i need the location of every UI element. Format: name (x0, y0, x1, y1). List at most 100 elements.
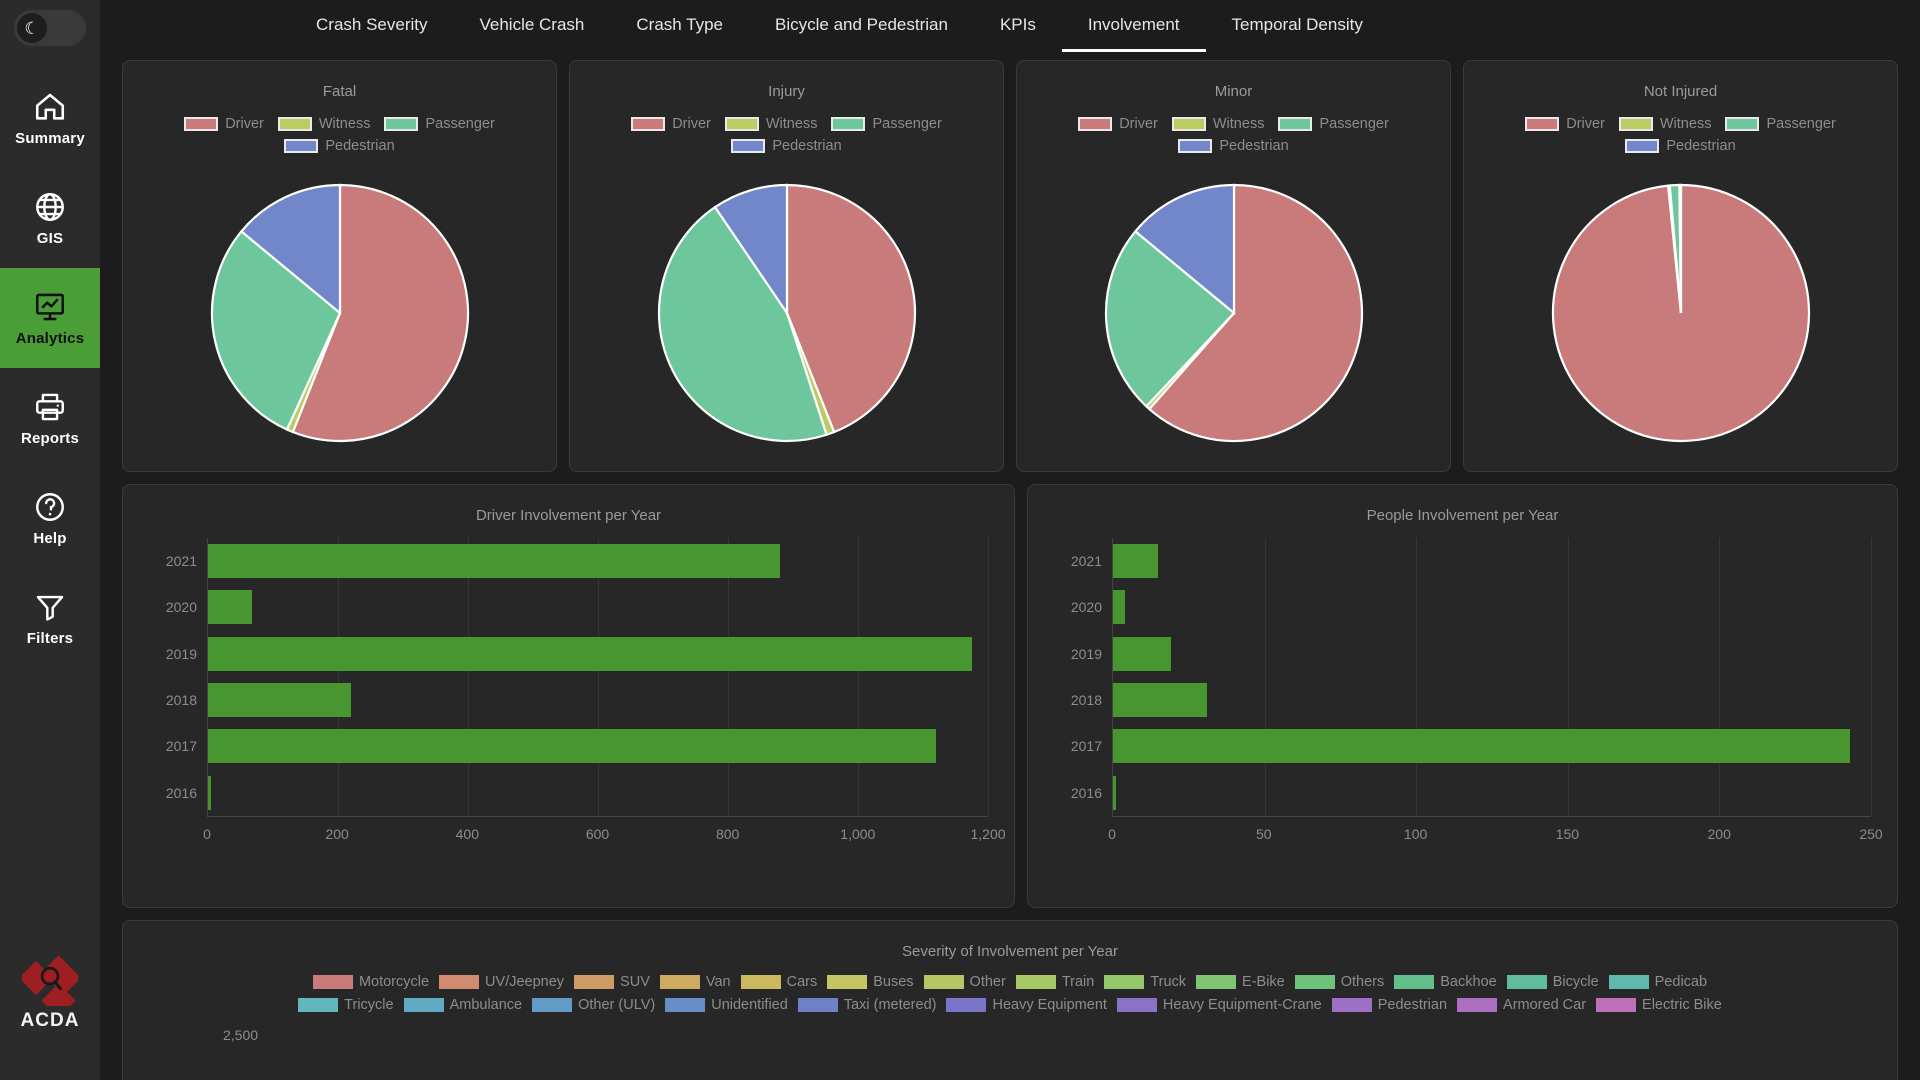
sidebar-item-summary[interactable]: Summary (0, 68, 100, 168)
legend-item-passenger[interactable]: Passenger (1278, 116, 1389, 132)
legend-item-witness[interactable]: Witness (1618, 116, 1711, 132)
legend-item-backhoe[interactable]: Backhoe (1394, 974, 1497, 990)
legend-item-passenger[interactable]: Passenger (1725, 116, 1836, 132)
legend-item-buses[interactable]: Buses (827, 974, 914, 990)
bar-2017[interactable] (1113, 729, 1850, 764)
chart-title: Severity of Involvement per Year (902, 943, 1118, 960)
bar-2019[interactable] (1113, 636, 1171, 671)
funnel-icon (33, 590, 67, 624)
legend-item-pedestrian[interactable]: Pedestrian (284, 138, 395, 154)
legend-item-ambulance[interactable]: Ambulance (403, 997, 522, 1013)
legend-swatch (831, 117, 866, 131)
tab-kpis[interactable]: KPIs (974, 0, 1062, 52)
legend-item-pedestrian[interactable]: Pedestrian (1331, 997, 1447, 1013)
pie-chart-fatal[interactable] (123, 154, 556, 471)
legend-item-driver[interactable]: Driver (184, 116, 264, 132)
legend-swatch (1608, 975, 1649, 989)
legend-item-uv-jeepney[interactable]: UV/Jeepney (439, 974, 564, 990)
legend-item-pedicab[interactable]: Pedicab (1608, 974, 1707, 990)
x-tick-label: 0 (203, 826, 211, 842)
sidebar-item-analytics[interactable]: Analytics (0, 268, 100, 368)
tab-vehicle-crash[interactable]: Vehicle Crash (453, 0, 610, 52)
legend-label: Train (1061, 974, 1095, 990)
legend-swatch (827, 975, 868, 989)
legend-item-unidentified[interactable]: Unidentified (665, 997, 788, 1013)
legend-swatch (665, 998, 706, 1012)
x-tick-label: 1,000 (840, 826, 876, 842)
legend-item-other-ulv[interactable]: Other (ULV) (532, 997, 655, 1013)
legend-item-passenger[interactable]: Passenger (831, 116, 942, 132)
legend-item-train[interactable]: Train (1015, 974, 1095, 990)
legend-item-taxi-metered[interactable]: Taxi (metered) (797, 997, 936, 1013)
sidebar-item-gis[interactable]: GIS (0, 168, 100, 268)
legend-item-cars[interactable]: Cars (740, 974, 817, 990)
sidebar-item-reports[interactable]: Reports (0, 368, 100, 468)
bar-2020[interactable] (1113, 590, 1126, 625)
legend-item-pedestrian[interactable]: Pedestrian (731, 138, 842, 154)
bar-2021[interactable] (208, 544, 780, 579)
plot-grid: 2021 2020 2019 2018 2017 2016 (1054, 538, 1872, 816)
pie-legend: Driver Witness Passenger Pedestrian (1464, 100, 1897, 154)
chart-title: Not Injured (1643, 83, 1718, 100)
legend-item-heavy-equipment-crane[interactable]: Heavy Equipment-Crane (1116, 997, 1322, 1013)
legend-item-van[interactable]: Van (659, 974, 731, 990)
pie-legend: Driver Witness Passenger Pedestrian (123, 100, 556, 154)
legend-item-tricycle[interactable]: Tricycle (298, 997, 394, 1013)
plot-area[interactable] (1112, 538, 1872, 816)
bar-2021[interactable] (1113, 544, 1159, 579)
bar-card-driver-involvement: Driver Involvement per Year 2021 2020 2019… (122, 484, 1015, 908)
legend-label: Motorcycle (358, 974, 430, 990)
sidebar: ☾ Summary GIS Analytics Reports Help Fil… (0, 0, 100, 1080)
legend-item-pedestrian[interactable]: Pedestrian (1178, 138, 1289, 154)
legend-item-electric-bike[interactable]: Electric Bike (1596, 997, 1722, 1013)
legend-item-heavy-equipment[interactable]: Heavy Equipment (946, 997, 1107, 1013)
legend-item-armored-car[interactable]: Armored Car (1457, 997, 1586, 1013)
bar-plot-driver: 2021 2020 2019 2018 2017 2016 0 200 400 600 800 1,… (123, 524, 1014, 907)
legend-item-suv[interactable]: SUV (574, 974, 650, 990)
legend-item-bicycle[interactable]: Bicycle (1506, 974, 1599, 990)
legend-label: Pedestrian (772, 138, 842, 154)
bar-2016[interactable] (1113, 775, 1117, 810)
legend-item-driver[interactable]: Driver (1525, 116, 1605, 132)
legend-swatch (1596, 998, 1637, 1012)
legend-label: E-Bike (1242, 974, 1285, 990)
theme-toggle[interactable]: ☾ (14, 10, 86, 46)
legend-item-driver[interactable]: Driver (631, 116, 711, 132)
pie-chart-injury[interactable] (570, 154, 1003, 471)
bar-row (1113, 677, 1871, 723)
bar-2017[interactable] (208, 729, 936, 764)
bar-2016[interactable] (208, 775, 211, 810)
tab-crash-type[interactable]: Crash Type (610, 0, 749, 52)
legend-item-pedestrian[interactable]: Pedestrian (1625, 138, 1736, 154)
tab-bar: Crash Severity Vehicle Crash Crash Type … (100, 0, 1920, 52)
pie-chart-not-injured[interactable] (1464, 154, 1897, 471)
sidebar-item-filters[interactable]: Filters (0, 568, 100, 668)
bar-2019[interactable] (208, 636, 972, 671)
legend-item-witness[interactable]: Witness (1171, 116, 1264, 132)
chart-title: Minor (1214, 83, 1253, 100)
legend-label: Tricycle (344, 997, 394, 1013)
bar-row (208, 677, 988, 723)
legend-item-others[interactable]: Others (1294, 974, 1384, 990)
tab-temporal-density[interactable]: Temporal Density (1206, 0, 1389, 52)
legend-item-witness[interactable]: Witness (724, 116, 817, 132)
diamond-magnifier-logo (18, 950, 82, 1018)
plot-area[interactable] (207, 538, 989, 816)
legend-item-e-bike[interactable]: E-Bike (1196, 974, 1285, 990)
tab-involvement[interactable]: Involvement (1061, 0, 1206, 52)
bar-charts-row: Driver Involvement per Year 2021 2020 2019… (122, 484, 1898, 908)
tab-bicycle-and-pedestrian[interactable]: Bicycle and Pedestrian (749, 0, 974, 52)
legend-item-witness[interactable]: Witness (277, 116, 370, 132)
legend-swatch (384, 117, 419, 131)
legend-item-other[interactable]: Other (923, 974, 1006, 990)
legend-item-passenger[interactable]: Passenger (384, 116, 495, 132)
tab-crash-severity[interactable]: Crash Severity (290, 0, 453, 52)
legend-item-driver[interactable]: Driver (1078, 116, 1158, 132)
bar-2018[interactable] (208, 683, 351, 718)
sidebar-item-help[interactable]: Help (0, 468, 100, 568)
legend-item-motorcycle[interactable]: Motorcycle (312, 974, 430, 990)
bar-2018[interactable] (1113, 683, 1207, 718)
bar-2020[interactable] (208, 590, 253, 625)
legend-item-truck[interactable]: Truck (1104, 974, 1186, 990)
pie-chart-minor[interactable] (1017, 154, 1450, 471)
